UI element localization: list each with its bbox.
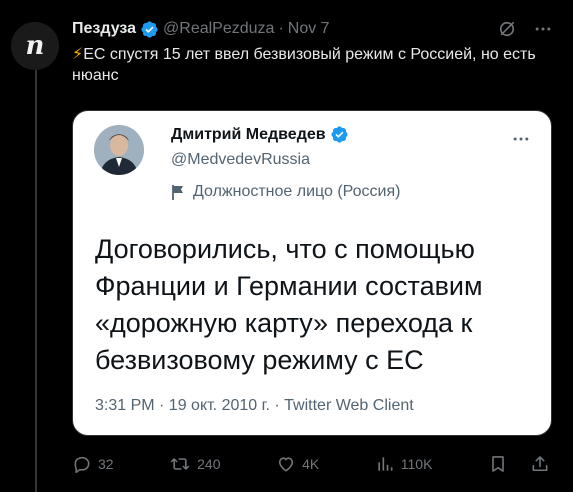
government-label-text: Должностное лицо (Россия) xyxy=(193,183,401,200)
verified-badge-icon xyxy=(140,20,159,39)
bookmark-icon[interactable] xyxy=(488,454,508,474)
tweet-header: Пездуза @RealPezduza · Nov 7 xyxy=(72,17,557,41)
like-count: 4K xyxy=(302,456,320,472)
more-icon[interactable] xyxy=(511,129,531,149)
views-button[interactable]: 110K xyxy=(375,454,433,474)
views-icon xyxy=(375,454,395,474)
reply-icon xyxy=(72,454,92,474)
lightning-emoji: ⚡ xyxy=(72,46,84,63)
action-right xyxy=(488,454,550,474)
action-bar: 32 240 4K 110K xyxy=(72,452,550,476)
views-count: 110K xyxy=(400,456,433,472)
quoted-author-handle[interactable]: @MedvedevRussia xyxy=(171,151,310,169)
verified-badge-icon xyxy=(330,125,349,144)
like-icon xyxy=(276,454,296,474)
quoted-name-text: Дмитрий Медведев xyxy=(171,125,326,143)
reply-button[interactable]: 32 xyxy=(72,454,114,474)
retweet-count: 240 xyxy=(197,456,221,472)
avatar[interactable]: n xyxy=(11,22,59,70)
tweet-text: ⚡ЕС спустя 15 лет ввел безвизовый режим … xyxy=(72,44,552,86)
more-icon[interactable] xyxy=(533,19,553,39)
tweet-date[interactable]: Nov 7 xyxy=(288,20,330,38)
share-icon[interactable] xyxy=(530,454,550,474)
reply-count: 32 xyxy=(98,456,114,472)
tweet-body: ЕС спустя 15 лет ввел безвизовый режим с… xyxy=(72,46,536,84)
avatar-logo: n xyxy=(25,31,45,61)
retweet-icon xyxy=(169,454,191,474)
thread-line xyxy=(35,70,37,492)
like-button[interactable]: 4K xyxy=(276,454,319,474)
government-flag-icon xyxy=(171,184,185,200)
quoted-tweet[interactable]: Дмитрий Медведев @MedvedevRussia Должнос… xyxy=(72,110,552,436)
separator-dot: · xyxy=(278,20,284,37)
quoted-author-name[interactable]: Дмитрий Медведев xyxy=(171,125,353,144)
author-handle[interactable]: @RealPezduza xyxy=(163,20,274,38)
header-icons xyxy=(497,19,553,39)
quoted-meta[interactable]: 3:31 PM · 19 окт. 2010 г. · Twitter Web … xyxy=(95,397,414,415)
retweet-button[interactable]: 240 xyxy=(169,454,221,474)
quoted-text: Договорились, что с помощью Франции и Ге… xyxy=(95,234,483,375)
quoted-avatar[interactable] xyxy=(94,125,144,175)
author-name[interactable]: Пездуза xyxy=(72,20,136,38)
government-label: Должностное лицо (Россия) xyxy=(171,183,400,201)
grok-icon[interactable] xyxy=(497,19,517,39)
